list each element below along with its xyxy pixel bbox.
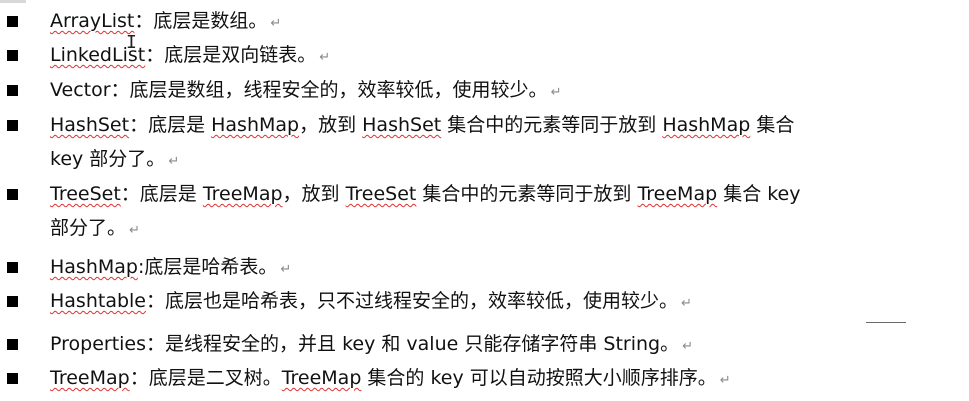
spellcheck-word: TreeSet [345, 183, 417, 205]
paragraph-mark-icon: ↵ [129, 223, 140, 238]
spellcheck-word: HashSet [50, 114, 130, 136]
paragraph-mark-icon: ↵ [681, 296, 692, 311]
document-page: ArrayList：底层是数组。 ↵ LinkedList：底层是双向链表。 ↵ Vec… [0, 0, 969, 401]
text-segment: ：底层也是哈希表，只不过线程安全的，效率较低，使用较少。 [146, 290, 679, 312]
list-item-text[interactable]: 部分了。 ↵ [50, 216, 140, 243]
spellcheck-word: HashMap [50, 256, 138, 278]
spellcheck-word: TreeMap [202, 183, 283, 205]
paragraph-mark-icon: ↵ [168, 154, 180, 169]
paragraph-mark-icon: ↵ [319, 50, 331, 65]
spellcheck-word: TreeMap [637, 183, 718, 205]
text-segment: Vector [50, 79, 111, 101]
square-bullet-icon [7, 50, 18, 61]
square-bullet-icon [7, 189, 18, 200]
text-segment: 集合的 key 可以自动按照大小顺序排序。 [361, 367, 717, 389]
text-segment: 集合 [750, 114, 795, 136]
square-bullet-icon [7, 120, 18, 131]
list-item-text[interactable]: ArrayList：底层是数组。 ↵ [50, 9, 281, 36]
list-item-text[interactable]: HashSet：底层是 HashMap，放到 HashSet 集合中的元素等同于… [50, 113, 794, 137]
square-bullet-icon [7, 85, 18, 96]
text-segment: ，放到 [282, 183, 346, 205]
spellcheck-word: HashMap [211, 114, 300, 136]
spellcheck-word: HashMap [662, 114, 751, 136]
paragraph-mark-icon: ↵ [270, 16, 282, 31]
text-segment: ：底层是数组。 [134, 10, 268, 32]
paragraph-mark-icon: ↵ [280, 262, 292, 277]
text-segment: :底层是哈希表。 [137, 256, 278, 278]
text-segment: ：底层是二叉树。 [129, 367, 282, 389]
square-bullet-icon [7, 296, 18, 307]
text-cursor-icon: I [126, 32, 137, 53]
text-segment: 部分了。 [50, 217, 127, 239]
list-item-text[interactable]: Hashtable：底层也是哈希表，只不过线程安全的，效率较低，使用较少。 ↵ [50, 289, 692, 316]
spellcheck-word: ArrayList [50, 10, 135, 32]
square-bullet-icon [7, 16, 18, 27]
text-segment: 集合中的元素等同于放到 [441, 114, 663, 136]
list-item-text[interactable]: Properties：是线程安全的，并且 key 和 value 只能存储字符串… [50, 332, 693, 359]
paragraph-mark-icon: ↵ [682, 339, 693, 354]
square-bullet-icon [7, 373, 18, 384]
square-bullet-icon [7, 262, 18, 273]
text-segment: ，放到 [299, 114, 363, 136]
square-bullet-icon [7, 339, 18, 350]
text-segment: Properties [50, 333, 147, 355]
text-segment: 集合中的元素等同于放到 [416, 183, 638, 205]
list-item-text[interactable]: LinkedList：底层是双向链表。 ↵ [50, 43, 330, 70]
list-item-text[interactable]: TreeSet：底层是 TreeMap，放到 TreeSet 集合中的元素等同于… [50, 182, 801, 206]
text-segment: ：底层是 [129, 114, 212, 136]
spellcheck-word: Hashtable [50, 290, 146, 312]
text-segment: ：底层是 [120, 183, 203, 205]
list-item-text[interactable]: Vector：底层是数组，线程安全的，效率较低，使用较少。 ↵ [50, 78, 561, 105]
list-item-text[interactable]: TreeMap：底层是二叉树。TreeMap 集合的 key 可以自动按照大小顺… [50, 366, 731, 393]
paragraph-mark-icon: ↵ [550, 85, 562, 100]
spellcheck-word: TreeSet [50, 183, 121, 205]
spellcheck-word: TreeMap [281, 367, 362, 389]
list-item-text[interactable]: HashMap:底层是哈希表。 ↵ [50, 255, 291, 282]
list-item-text[interactable]: key 部分了。 ↵ [50, 147, 179, 174]
text-segment: ：底层是数组，线程安全的，效率较低，使用较少。 [110, 79, 548, 101]
text-segment: key 部分了。 [50, 148, 166, 170]
spellcheck-word: HashSet [362, 114, 442, 136]
separator-line [866, 322, 906, 323]
text-segment: ：是线程安全的，并且 key 和 value 只能存储字符串 String。 [146, 333, 680, 355]
page-edge-mark [0, 0, 26, 3]
text-segment: ：底层是双向链表。 [145, 44, 317, 66]
text-segment: 集合 key [717, 183, 801, 205]
spellcheck-word: TreeMap [50, 367, 130, 389]
paragraph-mark-icon: ↵ [719, 373, 731, 388]
